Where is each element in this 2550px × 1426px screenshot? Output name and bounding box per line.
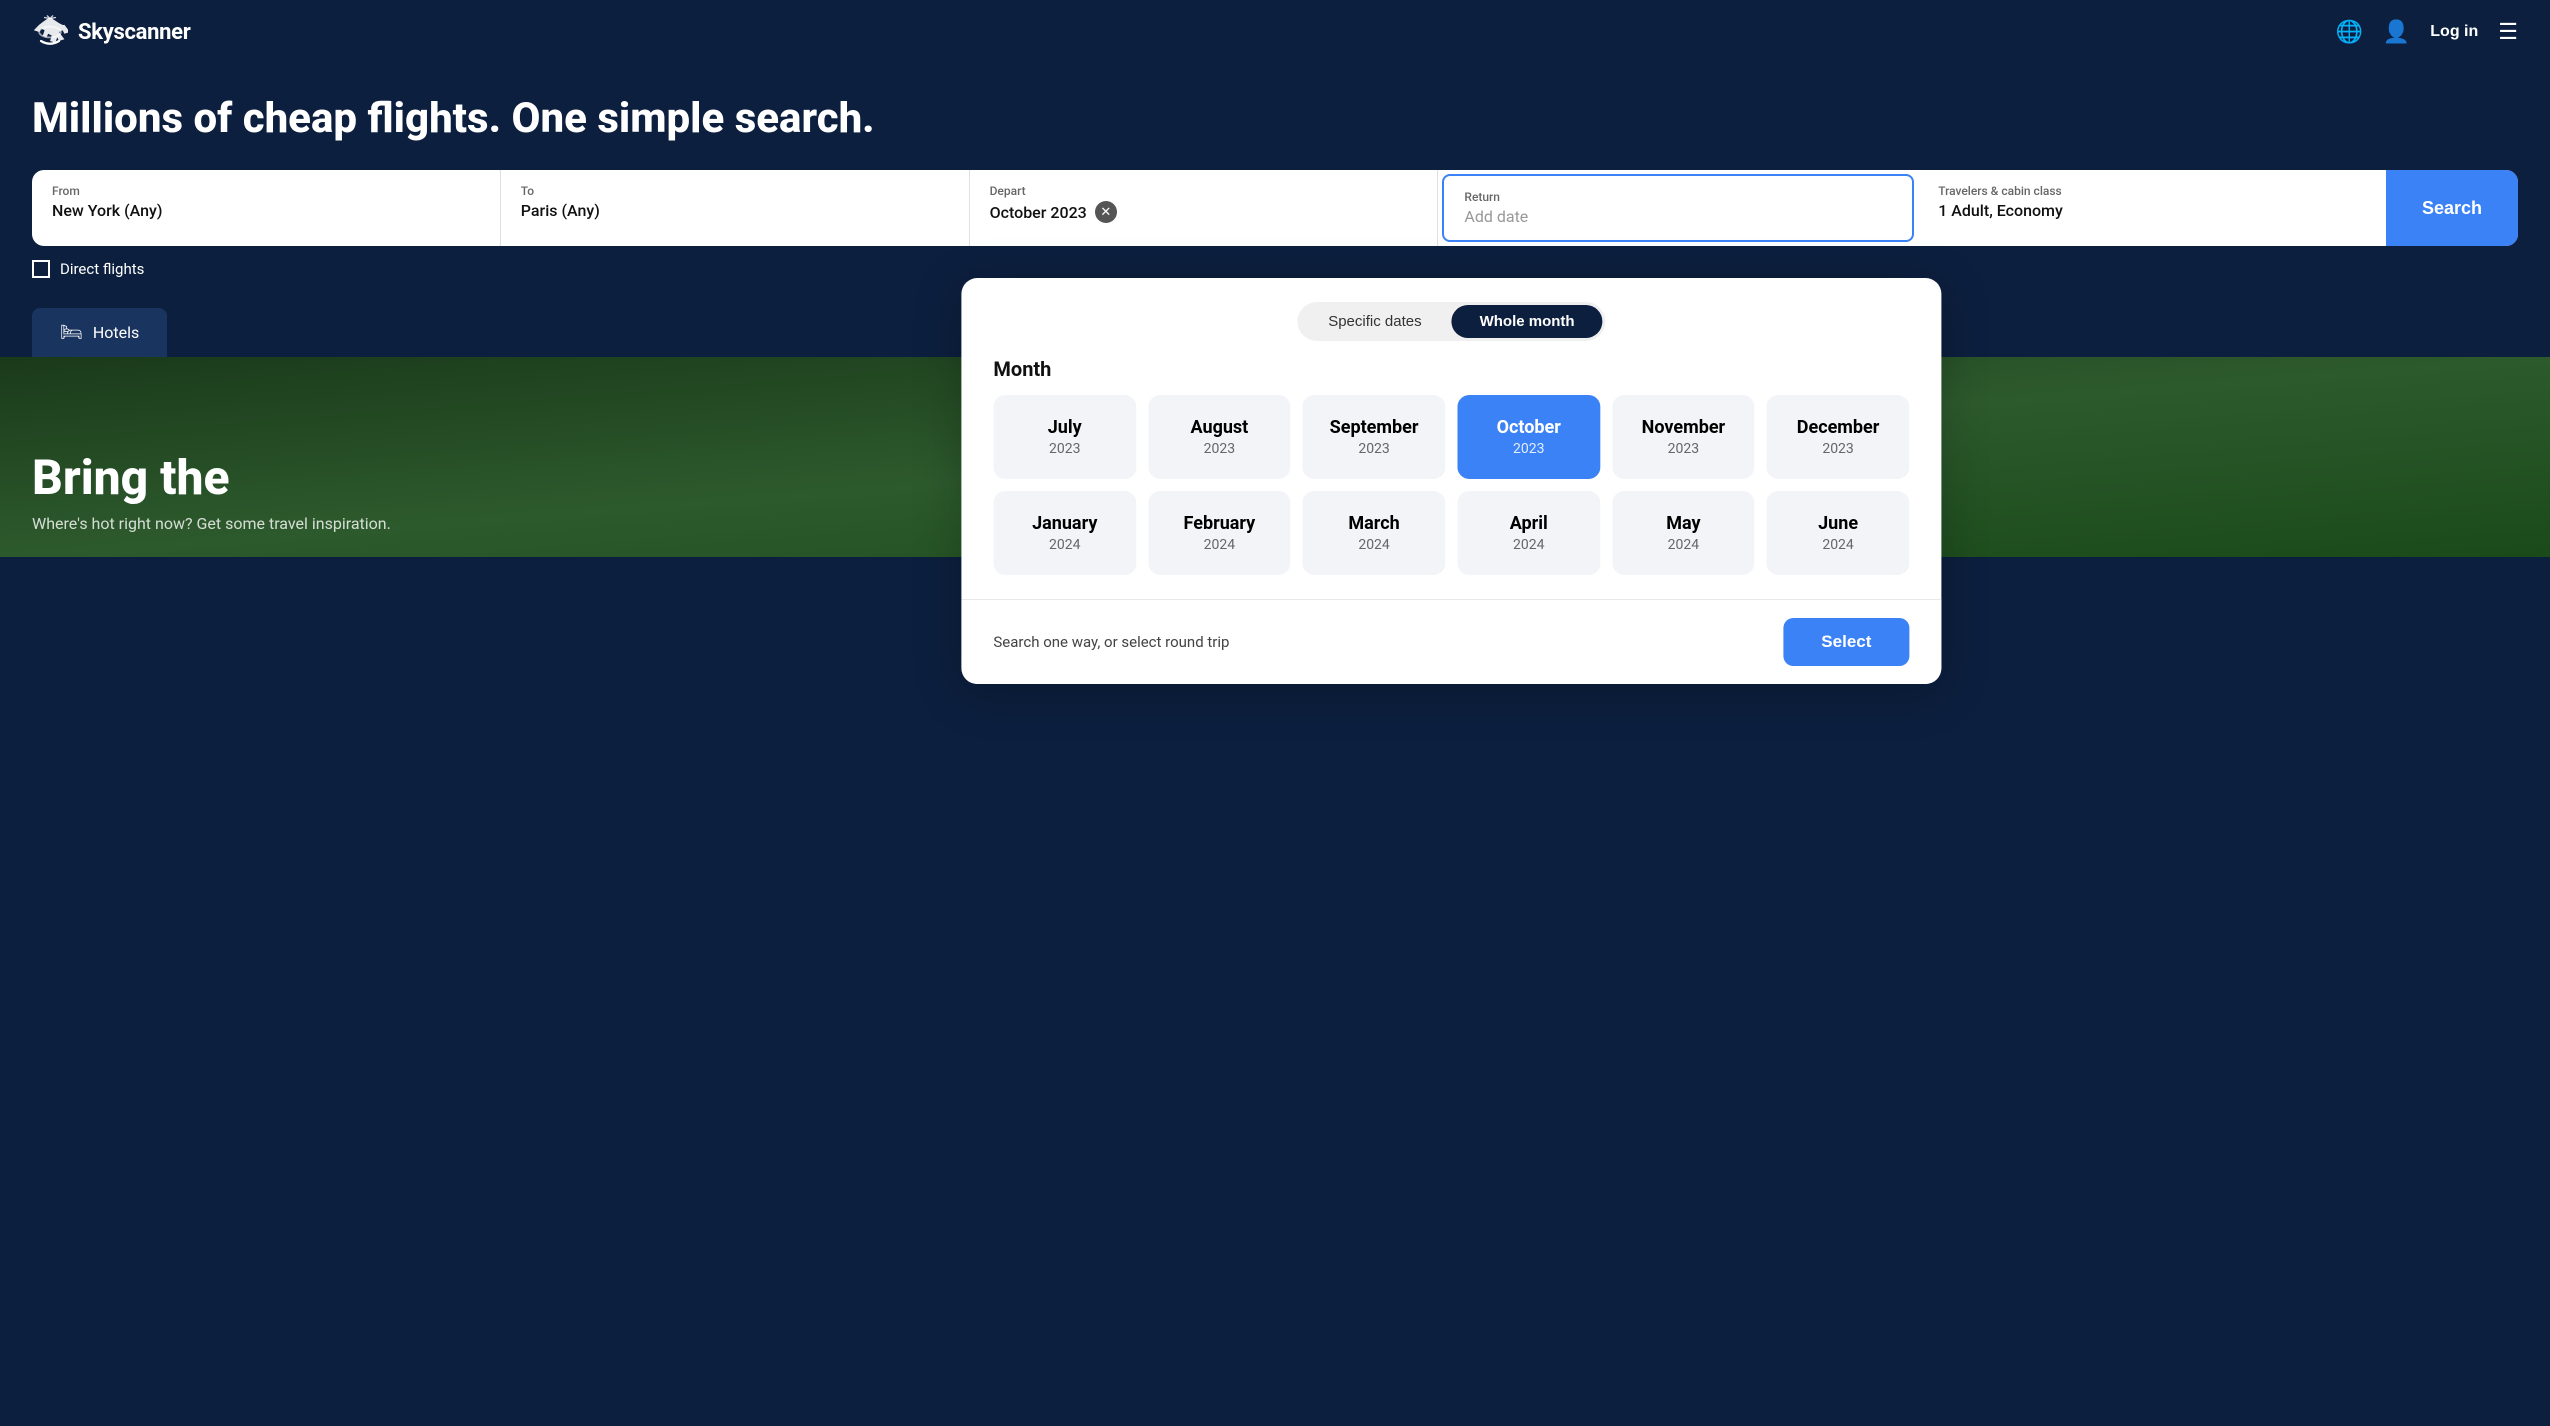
month-card-june-2024[interactable]: June 2024 bbox=[1767, 491, 1910, 575]
month-year: 2024 bbox=[1628, 537, 1739, 553]
month-year: 2024 bbox=[1164, 537, 1275, 553]
month-year: 2023 bbox=[1783, 441, 1894, 457]
from-value: New York (Any) bbox=[52, 201, 480, 220]
from-label: From bbox=[52, 184, 480, 198]
depart-field[interactable]: Depart October 2023 ✕ bbox=[970, 170, 1439, 246]
popup-header: Specific dates Whole month bbox=[961, 278, 1941, 357]
month-card-february-2024[interactable]: February 2024 bbox=[1148, 491, 1291, 575]
select-button[interactable]: Select bbox=[1783, 618, 1909, 666]
month-name: July bbox=[1009, 417, 1120, 438]
return-label: Return bbox=[1464, 190, 1892, 204]
hotels-icon: 🛏 bbox=[60, 322, 83, 343]
whole-month-toggle[interactable]: Whole month bbox=[1452, 305, 1603, 338]
travelers-field[interactable]: Travelers & cabin class 1 Adult, Economy bbox=[1918, 170, 2386, 246]
search-bar: From New York (Any) To Paris (Any) Depar… bbox=[32, 170, 2518, 246]
month-name: February bbox=[1164, 513, 1275, 534]
date-mode-toggle: Specific dates Whole month bbox=[1297, 302, 1605, 341]
from-field[interactable]: From New York (Any) bbox=[32, 170, 501, 246]
direct-flights-row: Direct flights bbox=[32, 260, 2518, 278]
return-field[interactable]: Return Add date bbox=[1442, 174, 1914, 242]
login-button[interactable]: Log in bbox=[2430, 23, 2478, 41]
month-grid: July 2023 August 2023 September 2023 October 20… bbox=[961, 395, 1941, 599]
user-icon[interactable]: 👤 bbox=[2383, 20, 2410, 45]
bg-subtitle: Where's hot right now? Get some travel i… bbox=[32, 514, 391, 533]
month-card-september-2023[interactable]: September 2023 bbox=[1303, 395, 1446, 479]
specific-dates-toggle[interactable]: Specific dates bbox=[1300, 305, 1449, 338]
month-year: 2024 bbox=[1783, 537, 1894, 553]
month-year: 2024 bbox=[1319, 537, 1430, 553]
month-name: March bbox=[1319, 513, 1430, 534]
popup-footer: Search one way, or select round trip Sel… bbox=[961, 599, 1941, 684]
direct-flights-checkbox[interactable] bbox=[32, 260, 50, 278]
globe-icon[interactable]: 🌐 bbox=[2335, 20, 2362, 45]
month-card-april-2024[interactable]: April 2024 bbox=[1457, 491, 1600, 575]
month-year: 2023 bbox=[1628, 441, 1739, 457]
month-name: October bbox=[1473, 417, 1584, 438]
to-field[interactable]: To Paris (Any) bbox=[501, 170, 970, 246]
menu-icon[interactable]: ☰ bbox=[2498, 20, 2518, 45]
month-card-january-2024[interactable]: January 2024 bbox=[993, 491, 1136, 575]
logo[interactable]: Skyscanner bbox=[32, 14, 191, 50]
month-year: 2023 bbox=[1164, 441, 1275, 457]
depart-value: October 2023 bbox=[990, 203, 1087, 222]
to-label: To bbox=[521, 184, 949, 198]
month-year: 2023 bbox=[1473, 441, 1584, 457]
month-card-march-2024[interactable]: March 2024 bbox=[1303, 491, 1446, 575]
travelers-label: Travelers & cabin class bbox=[1938, 184, 2366, 198]
logo-text: Skyscanner bbox=[78, 20, 191, 45]
clear-depart-button[interactable]: ✕ bbox=[1095, 201, 1117, 223]
travelers-value: 1 Adult, Economy bbox=[1938, 201, 2366, 220]
bg-content: Bring the Where's hot right now? Get som… bbox=[32, 449, 391, 533]
return-placeholder: Add date bbox=[1464, 207, 1892, 226]
hero-title: Millions of cheap flights. One simple se… bbox=[32, 96, 2518, 142]
header: Skyscanner 🌐 👤 Log in ☰ bbox=[0, 0, 2550, 64]
month-year: 2023 bbox=[1009, 441, 1120, 457]
logo-icon bbox=[32, 14, 68, 50]
month-name: June bbox=[1783, 513, 1894, 534]
month-card-november-2023[interactable]: November 2023 bbox=[1612, 395, 1755, 479]
bg-title: Bring the bbox=[32, 449, 391, 506]
footer-hint: Search one way, or select round trip bbox=[993, 633, 1229, 651]
depart-value-row: October 2023 ✕ bbox=[990, 201, 1418, 223]
month-card-july-2023[interactable]: July 2023 bbox=[993, 395, 1136, 479]
month-name: November bbox=[1628, 417, 1739, 438]
month-name: August bbox=[1164, 417, 1275, 438]
header-actions: 🌐 👤 Log in ☰ bbox=[2335, 20, 2518, 45]
month-name: January bbox=[1009, 513, 1120, 534]
month-name: May bbox=[1628, 513, 1739, 534]
month-year: 2024 bbox=[1009, 537, 1120, 553]
search-button[interactable]: Search bbox=[2386, 170, 2518, 246]
month-card-october-2023[interactable]: October 2023 bbox=[1457, 395, 1600, 479]
month-name: April bbox=[1473, 513, 1584, 534]
depart-label: Depart bbox=[990, 184, 1418, 198]
month-name: September bbox=[1319, 417, 1430, 438]
month-card-august-2023[interactable]: August 2023 bbox=[1148, 395, 1291, 479]
date-picker-popup: Specific dates Whole month Month July 202… bbox=[961, 278, 1941, 684]
to-value: Paris (Any) bbox=[521, 201, 949, 220]
tab-hotels-label: Hotels bbox=[93, 323, 139, 342]
month-name: December bbox=[1783, 417, 1894, 438]
direct-flights-label: Direct flights bbox=[60, 260, 144, 278]
month-year: 2023 bbox=[1319, 441, 1430, 457]
month-section-title: Month bbox=[961, 357, 1941, 395]
month-card-may-2024[interactable]: May 2024 bbox=[1612, 491, 1755, 575]
tab-hotels[interactable]: 🛏 Hotels bbox=[32, 308, 167, 357]
month-year: 2024 bbox=[1473, 537, 1584, 553]
month-card-december-2023[interactable]: December 2023 bbox=[1767, 395, 1910, 479]
